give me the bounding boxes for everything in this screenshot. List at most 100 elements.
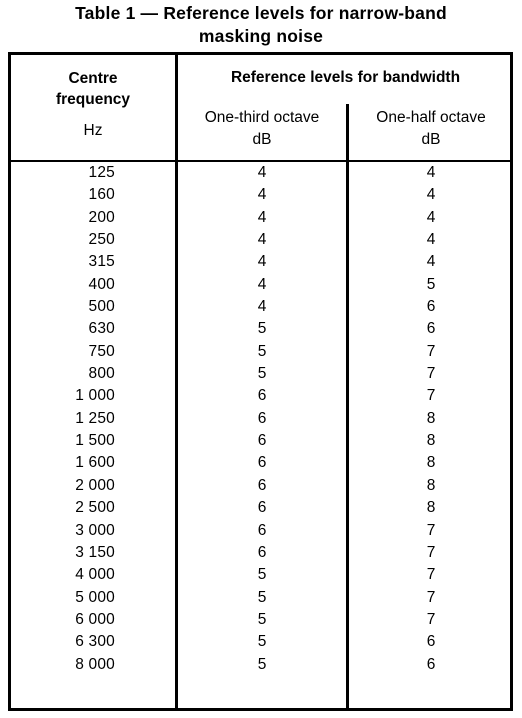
cell-centre-frequency: 1 000 [75, 387, 115, 405]
table-row: 160 4 4 [11, 184, 510, 206]
cell-one-third-octave: 5 [257, 633, 267, 651]
cell-one-third-octave: 6 [257, 387, 267, 405]
header-centre-frequency-label: Centre frequency [55, 70, 131, 108]
cell-centre-frequency: 630 [88, 320, 115, 338]
cell-centre-frequency: 1 600 [75, 454, 115, 472]
cell-centre-frequency: 315 [88, 253, 115, 271]
table-header: Centre frequency Hz Reference levels for… [11, 55, 510, 160]
table-row: 1 000 6 7 [11, 385, 510, 407]
cell-centre-frequency: 6 000 [75, 610, 115, 628]
cell-centre-frequency: 250 [88, 231, 115, 249]
table-row: 2 500 6 8 [11, 497, 510, 519]
table-page: Table 1 — Reference levels for narrow-ba… [0, 0, 522, 718]
table-row: 315 4 4 [11, 251, 510, 273]
table-row: 125 4 4 [11, 162, 510, 184]
cell-one-third-octave: 5 [257, 566, 267, 584]
table-row: 1 250 6 8 [11, 408, 510, 430]
cell-centre-frequency: 8 000 [75, 655, 115, 673]
cell-centre-frequency: 1 250 [75, 409, 115, 427]
cell-centre-frequency: 160 [88, 186, 115, 204]
cell-one-half-octave: 4 [426, 253, 436, 271]
cell-centre-frequency: 200 [88, 208, 115, 226]
table-row: 3 000 6 7 [11, 520, 510, 542]
cell-one-half-octave: 6 [426, 320, 436, 338]
table-row: 500 4 6 [11, 296, 510, 318]
header-cell-one-half-octave: One-half octave dB [376, 109, 486, 148]
cell-one-third-octave: 4 [257, 164, 267, 181]
cell-one-third-octave: 4 [257, 275, 267, 293]
cell-one-third-octave: 5 [257, 365, 267, 383]
table-row: 2 000 6 8 [11, 475, 510, 497]
cell-one-third-octave: 5 [257, 320, 267, 338]
cell-one-half-octave: 7 [426, 521, 436, 539]
cell-one-third-octave: 6 [257, 499, 267, 517]
cell-one-third-octave: 4 [257, 186, 267, 204]
table-row: 3 150 6 7 [11, 542, 510, 564]
cell-one-third-octave: 6 [257, 521, 267, 539]
cell-one-third-octave: 6 [257, 409, 267, 427]
table-row: 750 5 7 [11, 341, 510, 363]
cell-one-half-octave: 7 [426, 588, 436, 606]
cell-centre-frequency: 5 000 [75, 588, 115, 606]
table-row: 6 000 5 7 [11, 609, 510, 631]
table-title: Table 1 — Reference levels for narrow-ba… [75, 3, 447, 46]
table-row: 200 4 4 [11, 207, 510, 229]
cell-one-third-octave: 4 [257, 253, 267, 271]
cell-centre-frequency: 125 [88, 164, 115, 181]
table-row: 1 500 6 8 [11, 430, 510, 452]
cell-one-third-octave: 6 [257, 432, 267, 450]
cell-centre-frequency: 6 300 [75, 633, 115, 651]
cell-one-half-octave: 7 [426, 365, 436, 383]
cell-one-third-octave: 5 [257, 610, 267, 628]
cell-one-half-octave: 7 [426, 387, 436, 405]
cell-centre-frequency: 2 000 [75, 476, 115, 494]
cell-one-half-octave: 8 [426, 476, 436, 494]
table-row: 6 300 5 6 [11, 631, 510, 653]
cell-one-half-octave: 6 [426, 298, 436, 316]
table-row: 630 5 6 [11, 318, 510, 340]
cell-one-third-octave: 4 [257, 298, 267, 316]
table-body: 125 4 4 160 4 4 200 4 4 250 4 4 315 4 4 400 4 5 500 4 6 630 5 6… [11, 162, 510, 708]
cell-one-half-octave: 6 [426, 633, 436, 651]
cell-one-half-octave: 6 [426, 655, 436, 673]
cell-centre-frequency: 500 [88, 298, 115, 316]
table-row: 8 000 5 6 [11, 654, 510, 676]
table-row: 400 4 5 [11, 274, 510, 296]
cell-one-half-octave: 4 [426, 208, 436, 226]
cell-centre-frequency: 3 000 [75, 521, 115, 539]
cell-centre-frequency: 400 [88, 275, 115, 293]
header-cell-centre-frequency: Centre frequency Hz [11, 55, 175, 160]
cell-centre-frequency: 1 500 [75, 432, 115, 450]
cell-centre-frequency: 2 500 [75, 499, 115, 517]
header-cell-one-third-octave: One-third octave dB [204, 109, 320, 148]
table-row: 4 000 5 7 [11, 564, 510, 586]
cell-one-half-octave: 4 [426, 164, 436, 181]
cell-centre-frequency: 800 [88, 365, 115, 383]
table-row: 1 600 6 8 [11, 452, 510, 474]
header-cell-reference-levels: Reference levels for bandwidth [230, 69, 461, 86]
data-table: Centre frequency Hz Reference levels for… [8, 52, 513, 711]
cell-one-third-octave: 6 [257, 476, 267, 494]
cell-one-third-octave: 4 [257, 208, 267, 226]
cell-one-third-octave: 6 [257, 543, 267, 561]
cell-one-third-octave: 6 [257, 454, 267, 472]
cell-one-half-octave: 8 [426, 454, 436, 472]
cell-one-half-octave: 8 [426, 432, 436, 450]
cell-one-half-octave: 7 [426, 543, 436, 561]
cell-centre-frequency: 3 150 [75, 543, 115, 561]
cell-centre-frequency: 4 000 [75, 566, 115, 584]
cell-one-third-octave: 4 [257, 231, 267, 249]
cell-one-half-octave: 7 [426, 610, 436, 628]
cell-one-half-octave: 5 [426, 275, 436, 293]
cell-one-half-octave: 4 [426, 231, 436, 249]
cell-one-half-octave: 7 [426, 342, 436, 360]
table-row: 800 5 7 [11, 363, 510, 385]
cell-centre-frequency: 750 [88, 342, 115, 360]
cell-one-half-octave: 4 [426, 186, 436, 204]
cell-one-third-octave: 5 [257, 655, 267, 673]
cell-one-third-octave: 5 [257, 342, 267, 360]
table-row: 5 000 5 7 [11, 587, 510, 609]
table-row: 250 4 4 [11, 229, 510, 251]
header-centre-frequency-unit: Hz [83, 122, 103, 139]
cell-one-half-octave: 8 [426, 499, 436, 517]
